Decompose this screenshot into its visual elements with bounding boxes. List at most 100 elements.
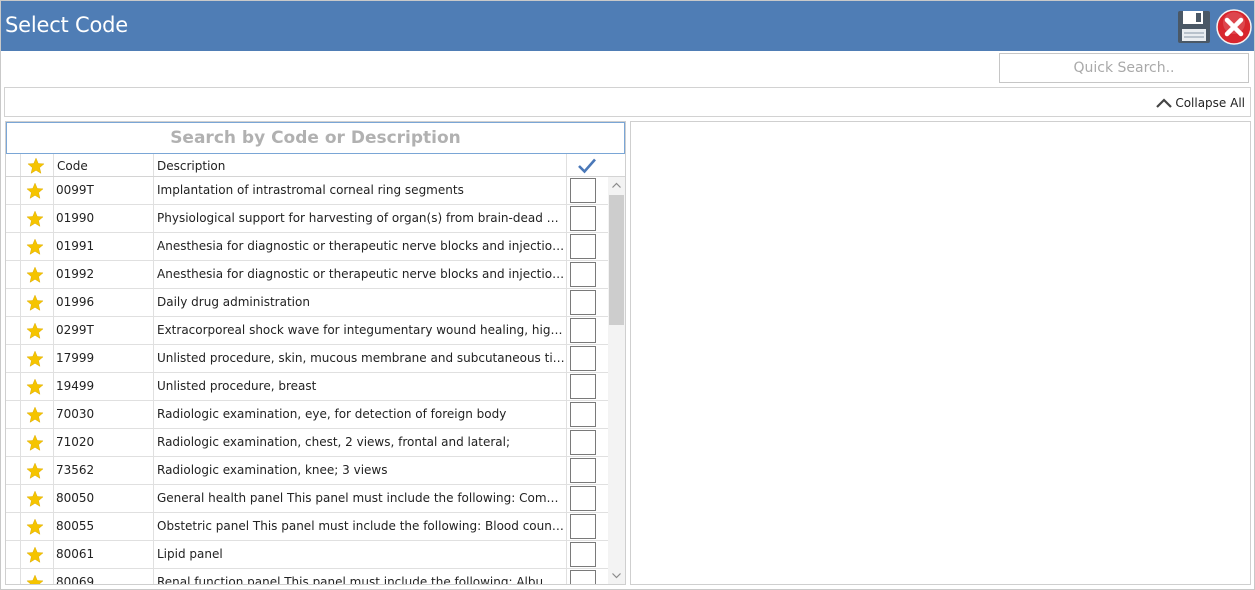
- select-cell: [566, 373, 608, 401]
- code-cell: 73562: [53, 457, 153, 485]
- select-cell: [566, 233, 608, 261]
- description-cell: Renal function panel This panel must inc…: [153, 569, 566, 584]
- select-checkbox[interactable]: [570, 318, 596, 343]
- row-selector[interactable]: [6, 317, 21, 345]
- select-cell: [566, 513, 608, 541]
- table-row[interactable]: 80061 Lipid panel: [6, 541, 608, 569]
- table-row[interactable]: 01992 Anesthesia for diagnostic or therap…: [6, 261, 608, 289]
- favorite-star-icon[interactable]: [26, 350, 44, 368]
- favorite-column-star-icon[interactable]: [27, 157, 45, 175]
- select-checkbox[interactable]: [570, 570, 596, 584]
- scroll-up-button[interactable]: [608, 177, 625, 194]
- table-row[interactable]: 19499 Unlisted procedure, breast: [6, 373, 608, 401]
- favorite-star-icon[interactable]: [26, 294, 44, 312]
- description-cell: Radiologic examination, eye, for detecti…: [153, 401, 566, 429]
- code-cell: 80050: [53, 485, 153, 513]
- code-cell: 0099T: [53, 177, 153, 205]
- row-selector[interactable]: [6, 569, 21, 584]
- scroll-down-button[interactable]: [608, 567, 625, 584]
- table-row[interactable]: 01991 Anesthesia for diagnostic or therap…: [6, 233, 608, 261]
- table-row[interactable]: 80050 General health panel This panel mus…: [6, 485, 608, 513]
- column-header-selected[interactable]: [566, 154, 608, 176]
- favorite-star-icon[interactable]: [26, 518, 44, 536]
- close-button[interactable]: [1216, 9, 1252, 45]
- favorite-star-icon[interactable]: [26, 238, 44, 256]
- select-checkbox[interactable]: [570, 374, 596, 399]
- code-cell: 80055: [53, 513, 153, 541]
- code-cell: 70030: [53, 401, 153, 429]
- chevron-up-icon: [1156, 98, 1173, 108]
- selected-codes-panel: [630, 121, 1251, 585]
- row-selector[interactable]: [6, 289, 21, 317]
- quick-search-input[interactable]: [999, 53, 1249, 83]
- favorite-star-icon[interactable]: [26, 462, 44, 480]
- select-checkbox[interactable]: [570, 486, 596, 511]
- save-button[interactable]: [1177, 10, 1211, 44]
- select-checkbox[interactable]: [570, 290, 596, 315]
- row-selector[interactable]: [6, 261, 21, 289]
- title-bar: Select Code: [1, 1, 1254, 51]
- select-checkbox[interactable]: [570, 458, 596, 483]
- row-selector[interactable]: [6, 373, 21, 401]
- select-checkbox[interactable]: [570, 430, 596, 455]
- row-selector[interactable]: [6, 485, 21, 513]
- description-cell: Radiologic examination, chest, 2 views, …: [153, 429, 566, 457]
- row-selector[interactable]: [6, 233, 21, 261]
- table-row[interactable]: 70030 Radiologic examination, eye, for de…: [6, 401, 608, 429]
- row-selector[interactable]: [6, 177, 21, 205]
- favorite-star-icon[interactable]: [26, 210, 44, 228]
- column-header-code[interactable]: Code: [53, 154, 153, 176]
- scroll-thumb[interactable]: [609, 195, 624, 325]
- favorite-star-icon[interactable]: [26, 546, 44, 564]
- table-row[interactable]: 17999 Unlisted procedure, skin, mucous me…: [6, 345, 608, 373]
- column-header-code-label: Code: [57, 159, 88, 173]
- row-selector[interactable]: [6, 429, 21, 457]
- description-cell: Daily drug administration: [153, 289, 566, 317]
- favorite-star-icon[interactable]: [26, 266, 44, 284]
- code-cell: 19499: [53, 373, 153, 401]
- favorite-star-icon[interactable]: [26, 182, 44, 200]
- code-cell: 80061: [53, 541, 153, 569]
- table-row[interactable]: 01990 Physiological support for harvestin…: [6, 205, 608, 233]
- table-row[interactable]: 80055 Obstetric panel This panel must inc…: [6, 513, 608, 541]
- select-checkbox[interactable]: [570, 262, 596, 287]
- table-row[interactable]: 71020 Radiologic examination, chest, 2 vi…: [6, 429, 608, 457]
- code-cell: 0299T: [53, 317, 153, 345]
- description-cell: Anesthesia for diagnostic or therapeutic…: [153, 261, 566, 289]
- favorite-star-icon[interactable]: [26, 574, 44, 584]
- row-selector[interactable]: [6, 457, 21, 485]
- collapse-all-button[interactable]: Collapse All: [1155, 95, 1245, 111]
- favorite-star-icon[interactable]: [26, 406, 44, 424]
- select-checkbox[interactable]: [570, 514, 596, 539]
- table-row[interactable]: 0299T Extracorporeal shock wave for integ…: [6, 317, 608, 345]
- row-selector[interactable]: [6, 541, 21, 569]
- favorite-star-icon[interactable]: [26, 434, 44, 452]
- row-selector[interactable]: [6, 205, 21, 233]
- select-checkbox[interactable]: [570, 178, 596, 203]
- table-row[interactable]: 73562 Radiologic examination, knee; 3 vie…: [6, 457, 608, 485]
- row-selector[interactable]: [6, 401, 21, 429]
- row-selector[interactable]: [6, 513, 21, 541]
- select-checkbox[interactable]: [570, 206, 596, 231]
- select-checkbox[interactable]: [570, 542, 596, 567]
- description-cell: Lipid panel: [153, 541, 566, 569]
- table-row[interactable]: 80069 Renal function panel This panel mus…: [6, 569, 608, 584]
- select-checkbox[interactable]: [570, 234, 596, 259]
- table-row[interactable]: 0099T Implantation of intrastromal cornea…: [6, 177, 608, 205]
- table-row[interactable]: 01996 Daily drug administration: [6, 289, 608, 317]
- vertical-scrollbar[interactable]: [608, 177, 625, 584]
- column-header-description[interactable]: Description: [153, 154, 566, 176]
- window-title: Select Code: [5, 13, 129, 37]
- favorite-star-icon[interactable]: [26, 322, 44, 340]
- row-selector[interactable]: [6, 345, 21, 373]
- favorite-star-icon[interactable]: [26, 378, 44, 396]
- select-cell: [566, 317, 608, 345]
- description-cell: Unlisted procedure, breast: [153, 373, 566, 401]
- code-cell: 01996: [53, 289, 153, 317]
- select-cell: [566, 457, 608, 485]
- code-search-input[interactable]: [6, 122, 625, 154]
- grid-body: 0099T Implantation of intrastromal cornea…: [6, 177, 625, 584]
- select-checkbox[interactable]: [570, 402, 596, 427]
- favorite-star-icon[interactable]: [26, 490, 44, 508]
- select-checkbox[interactable]: [570, 346, 596, 371]
